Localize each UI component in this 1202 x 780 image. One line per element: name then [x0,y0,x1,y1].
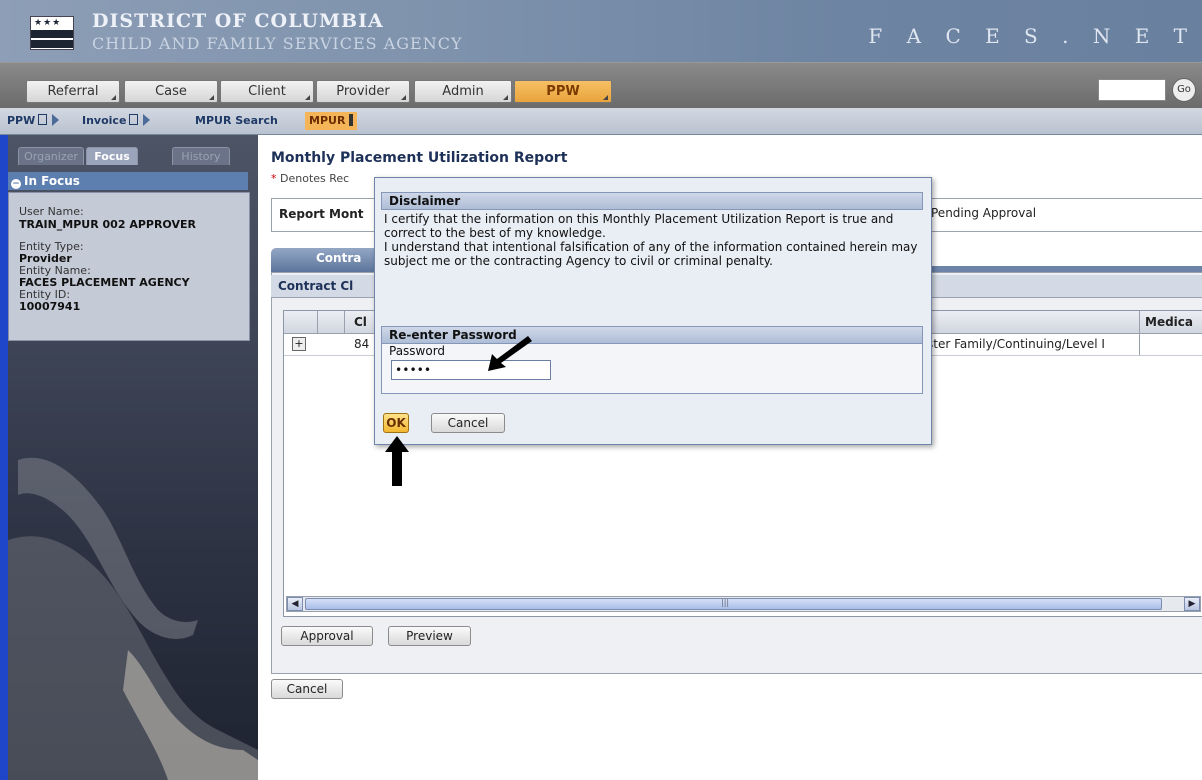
row-client-value: 84 [354,337,370,351]
user-name-value: TRAIN_MPUR 002 APPROVER [19,218,196,231]
approval-button[interactable]: Approval [281,626,373,646]
in-focus-title: In Focus [24,174,80,188]
focus-panel: User Name: TRAIN_MPUR 002 APPROVER Entit… [8,192,250,341]
expand-row-icon[interactable]: + [292,337,306,351]
password-section-header: Re-enter Password [381,326,923,344]
breadcrumb-label: MPUR Search [195,114,278,127]
disclaimer-paragraph-2: I understand that intentional falsificat… [384,240,918,268]
scroll-thumb-grip: ||| [721,598,730,607]
horizontal-scrollbar[interactable]: ◀ ||| ▶ [286,596,1201,612]
password-section: Re-enter Password Password ••••• [381,326,923,394]
menu-tab-admin[interactable]: Admin [414,80,512,103]
report-month-label: Report Mont [279,207,364,221]
scroll-right-icon[interactable]: ▶ [1184,597,1200,611]
quick-search-input[interactable] [1098,79,1166,101]
scroll-left-icon[interactable]: ◀ [287,597,303,611]
breadcrumb-item-mpur-current: MPUR [305,112,358,130]
breadcrumb-item-ppw[interactable]: PPW [7,112,60,130]
page-title: Monthly Placement Utilization Report [271,150,568,166]
row-service-value: ster Family/Continuing/Level I [927,337,1105,351]
required-star: * [271,172,277,185]
preview-button[interactable]: Preview [388,626,471,646]
required-note: * Denotes Rec [271,172,349,185]
disclaimer-dialog: Disclaimer I certify that the informatio… [374,177,932,445]
menu-tab-referral[interactable]: Referral [26,80,120,103]
system-name: F A C E S . N E T [868,24,1196,48]
dc-flag-logo: ★★★ [30,16,74,50]
status-value: Pending Approval [931,206,1037,220]
password-label: Password [389,344,446,358]
contract-section-label: Contract Cl [278,279,354,293]
scroll-thumb[interactable]: ||| [305,598,1162,610]
disclaimer-paragraph-1: I certify that the information on this M… [384,212,894,240]
breadcrumb: PPW Invoice MPUR Search MPUR [0,108,1202,135]
flag-stars: ★★★ [34,18,62,28]
user-name-label: User Name: [19,205,84,218]
sidebar-tab-organizer[interactable]: Organizer [18,147,84,165]
menu-tab-case[interactable]: Case [124,80,218,103]
menu-tab-client[interactable]: Client [220,80,314,103]
agency-name-line2: CHILD AND FAMILY SERVICES AGENCY [92,34,463,53]
dialog-cancel-button[interactable]: Cancel [431,413,505,433]
sidebar-tab-history[interactable]: History [172,147,230,165]
chevron-right-icon [143,114,151,126]
breadcrumb-item-invoice[interactable]: Invoice [82,112,151,130]
col-client-header[interactable]: Cl [354,315,367,329]
main-menu: Referral Case Client Provider Admin PPW … [0,62,1202,109]
popup-icon [38,114,48,125]
entity-id-value: 10007941 [19,300,81,313]
disclaimer-header: Disclaimer [381,192,923,210]
sidebar-tab-focus[interactable]: Focus [86,147,138,165]
ok-button[interactable]: OK [383,413,409,433]
chevron-right-icon [52,114,60,126]
app-window: ★★★ DISTRICT OF COLUMBIA CHILD AND FAMIL… [0,0,1202,780]
disclaimer-text: I certify that the information on this M… [381,212,923,268]
go-button[interactable]: Go [1172,78,1196,102]
popup-icon [129,114,139,125]
pointer-arrow-icon [385,436,409,486]
breadcrumb-item-mpur-search[interactable]: MPUR Search [195,112,278,130]
hands-illustration [8,457,258,780]
breadcrumb-label: MPUR [309,114,346,127]
current-marker-icon [349,114,354,126]
required-note-text: Denotes Rec [280,172,350,185]
breadcrumb-label: PPW [7,114,36,127]
cancel-button[interactable]: Cancel [271,679,343,699]
header-banner: ★★★ DISTRICT OF COLUMBIA CHILD AND FAMIL… [0,0,1202,62]
tab-contract-label: Contra [316,251,362,265]
col-medical-header[interactable]: Medica [1145,315,1193,329]
pointer-arrow-icon [488,336,532,371]
breadcrumb-label: Invoice [82,114,127,127]
collapse-icon[interactable]: − [11,179,21,189]
agency-name-line1: DISTRICT OF COLUMBIA [92,10,384,32]
menu-tab-ppw[interactable]: PPW [514,80,612,103]
in-focus-header[interactable]: − In Focus [8,172,248,190]
menu-tab-provider[interactable]: Provider [316,80,410,103]
